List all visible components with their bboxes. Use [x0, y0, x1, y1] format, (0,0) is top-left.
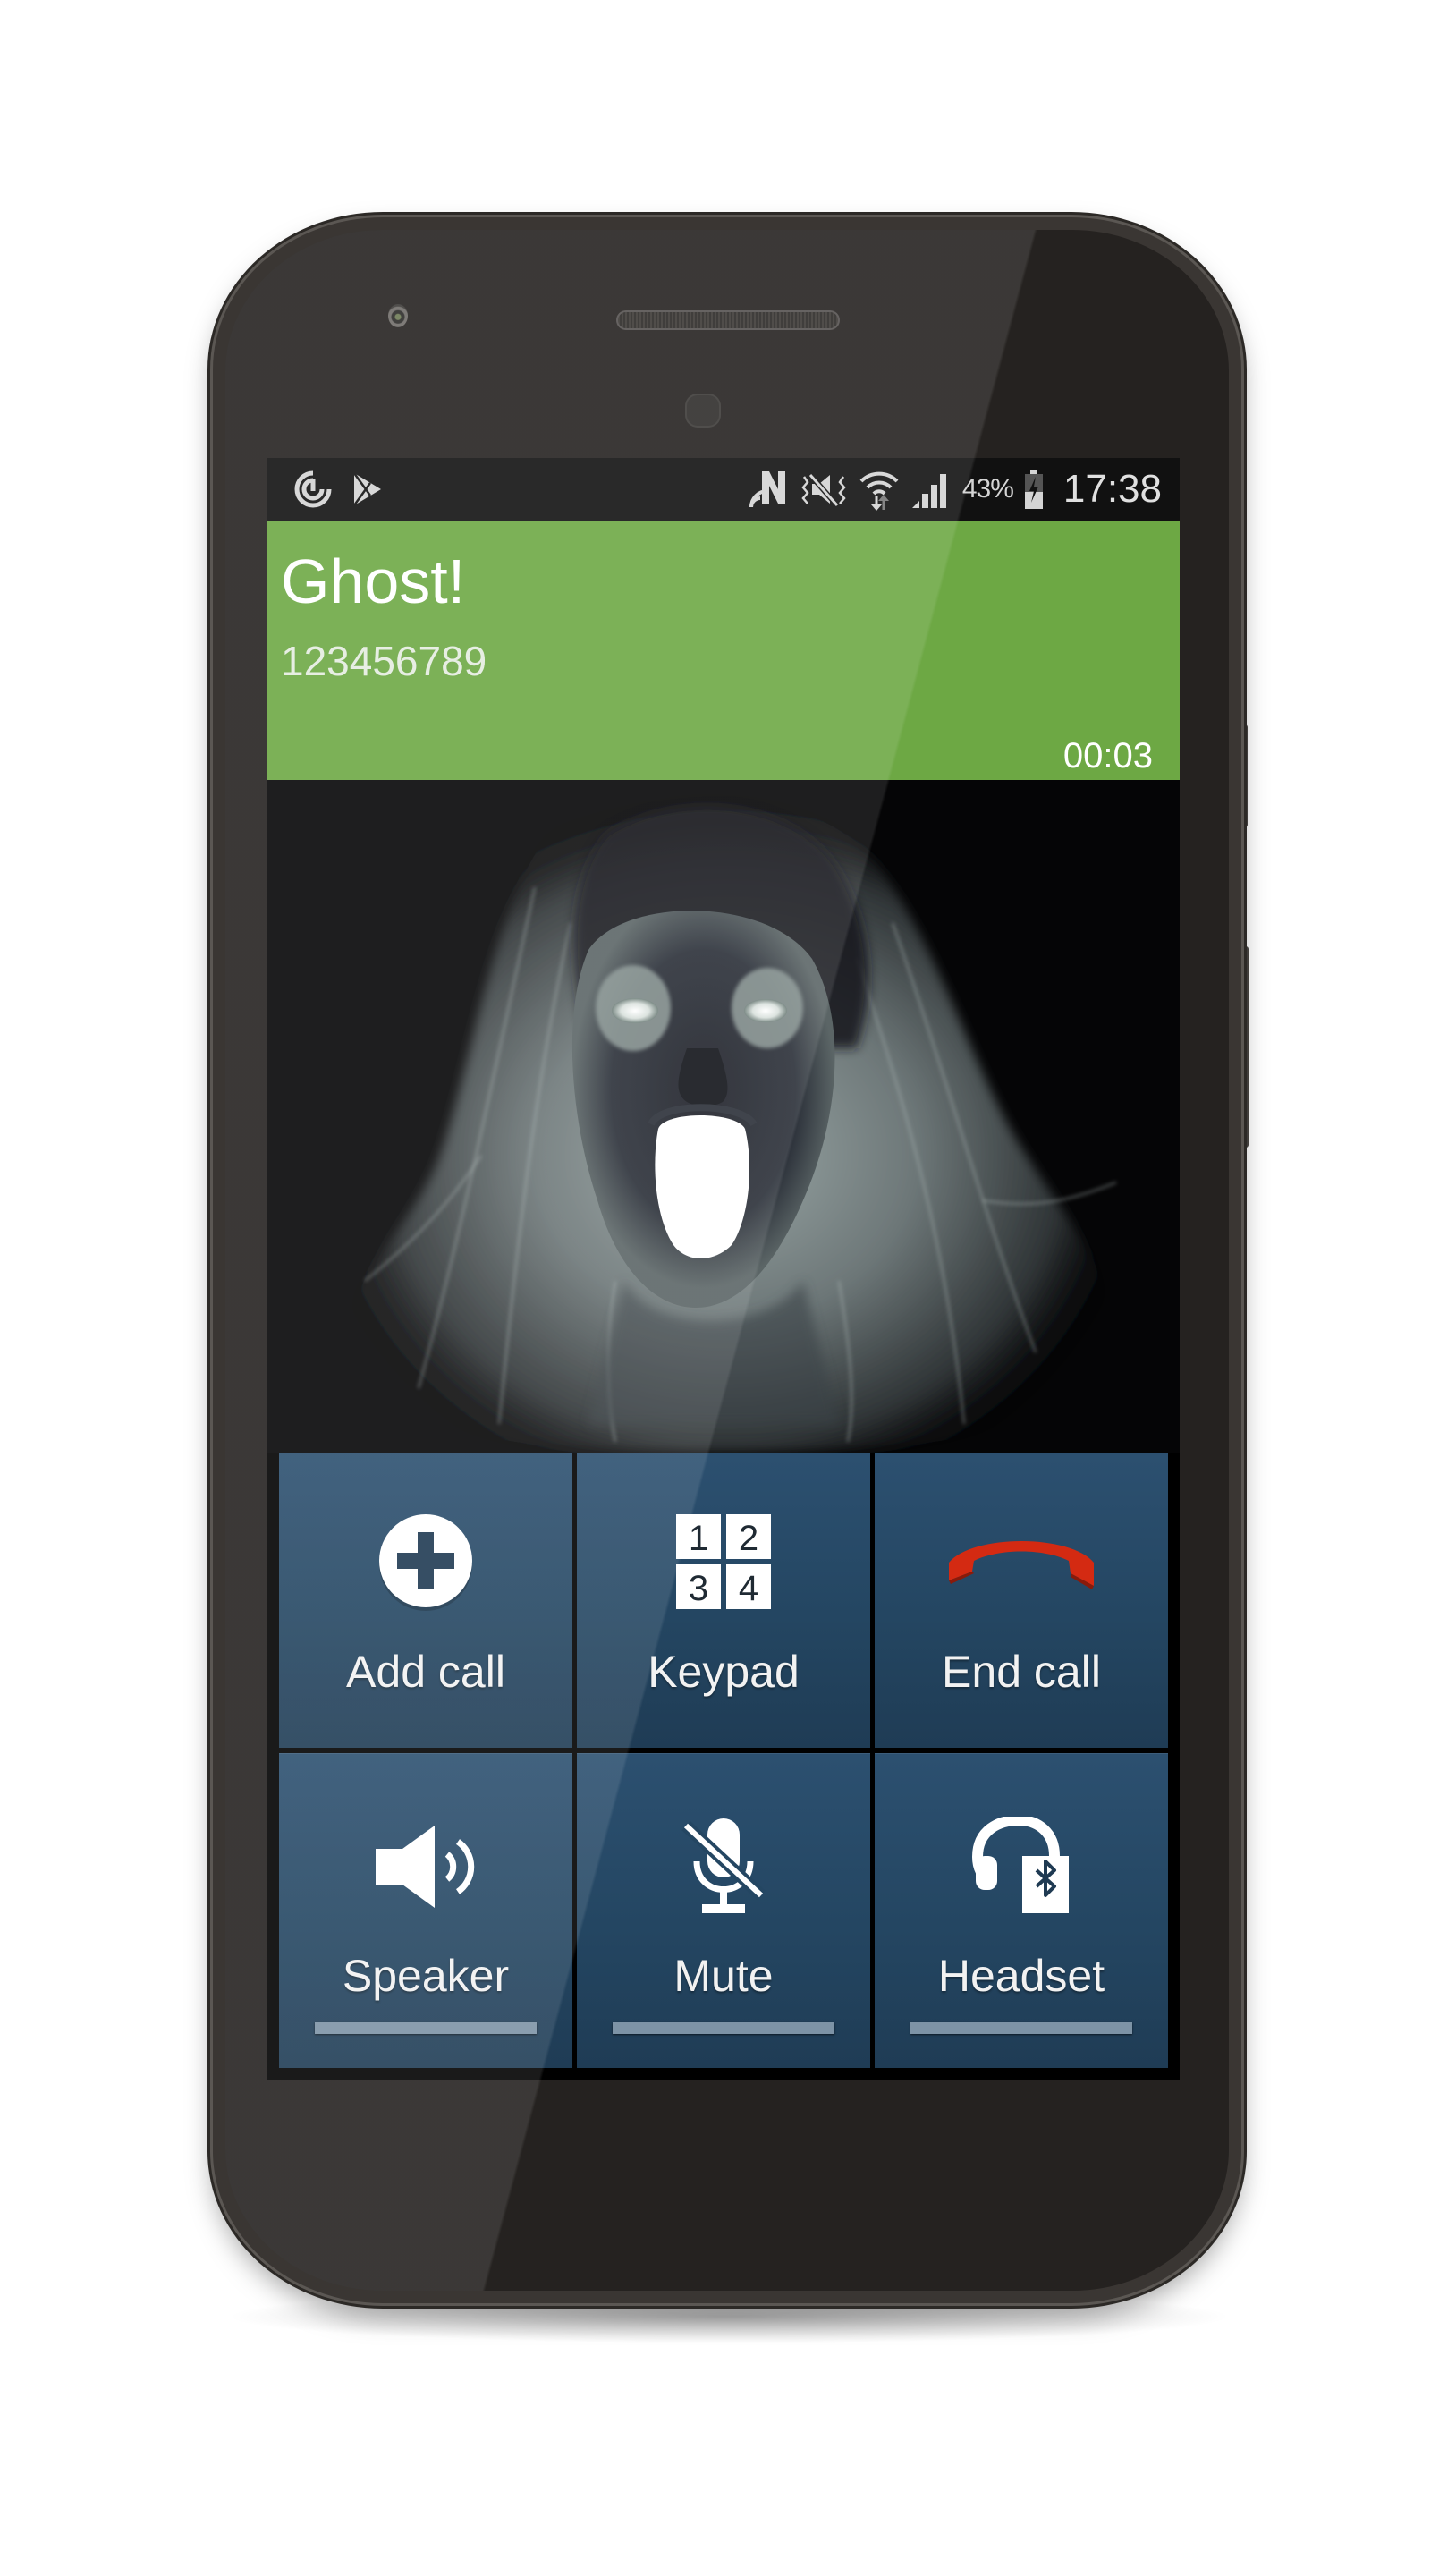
status-clock: 17:38 — [1062, 467, 1162, 511]
keypad-digit: 4 — [739, 1569, 758, 1608]
wifi-icon — [859, 467, 900, 512]
headset-label: Headset — [937, 1951, 1105, 2001]
call-duration: 00:03 — [1062, 736, 1153, 775]
keypad-digit: 2 — [739, 1519, 758, 1558]
speaker-label: Speaker — [342, 1951, 510, 2001]
status-bar: 43% 17:38 — [267, 458, 1180, 521]
add-circle-icon — [376, 1513, 476, 1612]
end-call-button[interactable]: End call — [875, 1453, 1168, 1748]
caller-info-header: Ghost! 123456789 00:03 — [267, 521, 1180, 780]
caller-name: Ghost! — [281, 547, 466, 616]
battery-percent: 43% — [961, 474, 1014, 504]
headset-toggle-indicator — [910, 2022, 1132, 2034]
bluetooth-headset-icon — [972, 1817, 1071, 1916]
speaker-toggle-indicator — [315, 2022, 537, 2034]
keypad-digit: 3 — [689, 1569, 708, 1608]
caller-photo — [267, 780, 1180, 1453]
headset-button[interactable]: Headset — [875, 1753, 1168, 2068]
signal-icon — [910, 469, 952, 510]
phone-screen: 43% 17:38 Ghost! 123456789 00:03 Add cal… — [267, 458, 1180, 2080]
battery-charging-icon — [1024, 469, 1044, 510]
end-call-icon — [945, 1513, 1097, 1612]
nfc-icon — [749, 468, 789, 511]
keypad-button[interactable]: 1 2 3 4 Keypad — [577, 1453, 870, 1748]
ghost-face-photo — [341, 789, 1117, 1453]
in-call-controls: Add call 1 2 3 4 Keypad End call Speaker… — [279, 1453, 1168, 2068]
mute-toggle-indicator — [613, 2022, 834, 2034]
sync-timer-icon — [293, 470, 333, 509]
vibrate-mute-icon — [800, 470, 848, 509]
mute-label: Mute — [673, 1951, 774, 2001]
keypad-icon: 1 2 3 4 — [674, 1513, 773, 1612]
proximity-sensor — [685, 394, 721, 428]
add-call-button[interactable]: Add call — [279, 1453, 572, 1748]
mute-button[interactable]: Mute — [577, 1753, 870, 2068]
add-call-label: Add call — [346, 1647, 505, 1697]
caller-number: 123456789 — [281, 638, 487, 684]
end-call-label: End call — [942, 1647, 1101, 1697]
earpiece-speaker — [616, 310, 840, 330]
speaker-icon — [372, 1818, 479, 1916]
keypad-label: Keypad — [648, 1647, 800, 1697]
play-store-icon — [351, 471, 383, 507]
mic-off-icon — [679, 1818, 768, 1916]
keypad-digit: 1 — [689, 1519, 708, 1558]
speaker-button[interactable]: Speaker — [279, 1753, 572, 2068]
front-camera — [388, 304, 408, 327]
